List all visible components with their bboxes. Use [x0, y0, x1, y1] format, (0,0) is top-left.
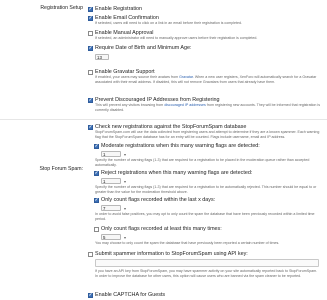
only-count-min-times-checkbox[interactable]: [94, 226, 99, 232]
gravatar-description: If enabled, your users may source their …: [95, 75, 317, 84]
reject-registrations-row[interactable]: Reject registrations when this many warn…: [94, 170, 252, 176]
submit-spammer-info-label: Submit spammer information to StopForumS…: [95, 251, 248, 257]
sfs-check-registrations-description: StopForumSpam.com will use the data coll…: [95, 130, 320, 139]
reject-threshold-stepper-icon[interactable]: ▾: [122, 178, 128, 184]
registration-setup-label: Registration Setup: [40, 5, 83, 11]
discouraged-ip-link[interactable]: discouraged IP addresses: [164, 103, 206, 107]
require-dob-row[interactable]: Require Date of Birth and Minimum Age:: [88, 45, 191, 51]
submit-spammer-info-row[interactable]: Submit spammer information to StopForumS…: [88, 251, 248, 257]
moderate-registrations-label: Moderate registrations when this many wa…: [101, 143, 260, 149]
submit-spammer-info-checkbox[interactable]: [88, 251, 93, 257]
reject-registrations-label: Reject registrations when this many warn…: [101, 170, 253, 176]
reject-registrations-checkbox[interactable]: [94, 170, 99, 176]
only-count-min-times-row[interactable]: Only count flags recorded at least this …: [94, 226, 222, 232]
only-count-recent-description: In order to avoid false positives, you m…: [95, 212, 315, 221]
only-count-recent-checkbox[interactable]: [94, 197, 99, 203]
section-divider: [0, 119, 327, 120]
only-count-min-times-label: Only count flags recorded at least this …: [101, 226, 222, 232]
email-confirmation-description: If selected, users will need to click on…: [95, 21, 243, 25]
enable-email-confirmation-checkbox[interactable]: [88, 15, 93, 21]
submit-spammer-info-description: If you have an API key from StopForumSpa…: [95, 269, 318, 278]
enable-registration-row[interactable]: Enable Registration: [88, 6, 142, 12]
recent-days-stepper-icon[interactable]: ▾: [122, 205, 128, 211]
require-dob-checkbox[interactable]: [88, 45, 93, 51]
moderate-registrations-description: Specify the number of warning flags (1-3…: [95, 158, 310, 167]
sfs-check-registrations-checkbox[interactable]: [88, 124, 93, 130]
moderate-registrations-checkbox[interactable]: [94, 143, 99, 149]
moderate-threshold-stepper-icon[interactable]: ▾: [122, 151, 128, 157]
manual-approval-description: If selected, an administrator will need …: [95, 36, 258, 40]
min-times-input[interactable]: 5: [101, 234, 121, 240]
enable-captcha-label: Enable CAPTCHA for Guests: [95, 292, 166, 298]
moderate-registrations-row[interactable]: Moderate registrations when this many wa…: [94, 143, 260, 149]
minimum-age-input[interactable]: 13: [95, 54, 109, 60]
enable-registration-label: Enable Registration: [95, 6, 143, 12]
moderate-threshold-input[interactable]: 1: [101, 151, 121, 157]
stop-forum-spam-label: Stop Forum Spam:: [39, 166, 83, 172]
only-count-recent-label: Only count flags recorded within the las…: [101, 197, 216, 203]
enable-captcha-row[interactable]: Enable CAPTCHA for Guests: [88, 292, 165, 298]
registration-options-panel: Registration Setup Stop Forum Spam: Enab…: [0, 0, 327, 300]
prevent-discouraged-ip-checkbox[interactable]: [88, 97, 93, 103]
enable-captcha-checkbox[interactable]: [88, 292, 93, 298]
reject-threshold-input[interactable]: 1: [101, 178, 121, 184]
enable-manual-approval-checkbox[interactable]: [88, 30, 93, 36]
only-count-recent-row[interactable]: Only count flags recorded within the las…: [94, 197, 215, 203]
sfs-api-key-input[interactable]: [95, 259, 319, 267]
require-dob-label: Require Date of Birth and Minimum Age:: [95, 45, 192, 51]
reject-registrations-description: Specify the number of warning flags (1-3…: [95, 185, 317, 194]
enable-registration-checkbox[interactable]: [88, 6, 93, 12]
only-count-min-times-description: You may choose to only count the spam th…: [95, 241, 280, 245]
enable-gravatar-checkbox[interactable]: [88, 69, 93, 75]
discouraged-ip-description: This will prevent any visitors browsing …: [95, 103, 320, 112]
gravatar-link[interactable]: Gravatar: [179, 75, 193, 79]
recent-days-input[interactable]: 7: [101, 205, 121, 211]
min-times-stepper-icon[interactable]: ▾: [122, 234, 128, 240]
